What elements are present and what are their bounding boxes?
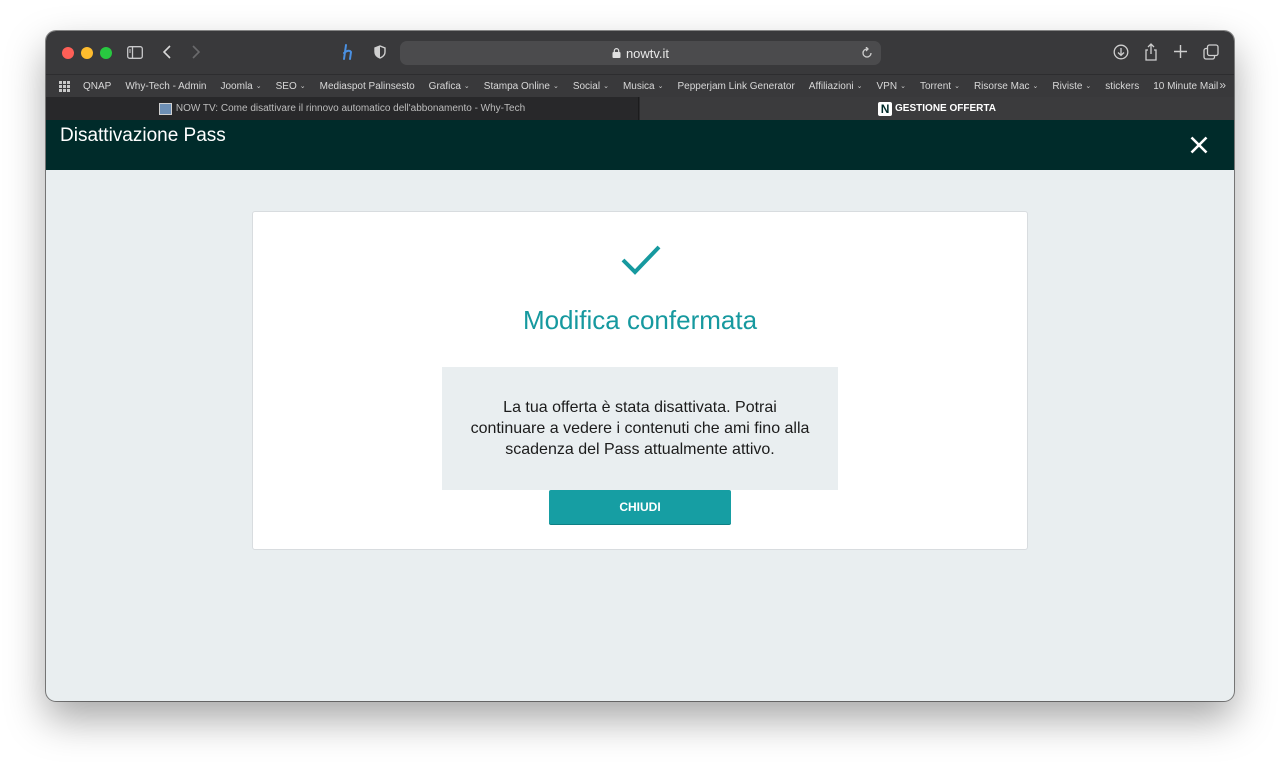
page-title: Disattivazione Pass — [60, 125, 226, 146]
bookmark-label: Stampa Online — [483, 80, 550, 92]
minimize-window-button[interactable] — [81, 47, 93, 59]
chevron-down-icon: ⌄ — [657, 83, 664, 90]
bookmarks-bar: QNAP Why-Tech - Admin Joomla ⌄ SEO ⌄ Mediaspot… — [46, 74, 1234, 97]
bookmark-label: Social — [572, 80, 601, 92]
close-window-button[interactable] — [62, 47, 74, 59]
bookmark-label: Why-Tech - Admin — [125, 80, 207, 92]
bookmark-item[interactable]: Why-Tech - Admin — [125, 81, 206, 92]
back-icon[interactable] — [160, 44, 174, 60]
why-tech-favicon-icon — [158, 102, 172, 115]
browser-toolbar: nowtv.it — [46, 31, 1234, 74]
address-bar[interactable]: nowtv.it — [400, 41, 881, 65]
tab-why-tech[interactable]: NOW TV: Come disattivare il rinnovo auto… — [46, 97, 639, 120]
chevron-down-icon: ⌄ — [1032, 83, 1039, 90]
forward-icon[interactable] — [189, 44, 203, 60]
bookmarks-list: QNAP Why-Tech - Admin Joomla ⌄ SEO ⌄ Mediaspot… — [83, 81, 1232, 92]
apps-grid-icon[interactable] — [59, 80, 70, 92]
chevron-down-icon: ⌄ — [463, 83, 470, 90]
chevron-down-icon: ⌄ — [255, 83, 262, 90]
bookmark-label: SEO — [275, 80, 297, 92]
tab-gestione-offerta[interactable]: N GESTIONE OFFERTA — [640, 97, 1234, 120]
nowtv-favicon-icon: N — [878, 101, 893, 116]
bookmark-item[interactable]: stickers — [1105, 81, 1139, 92]
bookmark-label: Mediaspot Palinsesto — [319, 80, 415, 92]
reload-icon[interactable] — [859, 45, 875, 61]
address-text: nowtv.it — [625, 45, 670, 61]
confirmation-message-box: La tua offerta è stata disattivata. Potr… — [442, 367, 838, 490]
bookmark-label: 10 Minute Mail — [1153, 80, 1219, 92]
bookmark-label: stickers — [1105, 80, 1140, 92]
bookmark-label: Joomla — [220, 80, 253, 92]
bookmark-item[interactable]: Stampa Online ⌄ — [484, 81, 559, 92]
tab-title: GESTIONE OFFERTA — [895, 103, 996, 114]
chevron-down-icon: ⌄ — [954, 83, 960, 90]
bookmark-item[interactable]: Grafica ⌄ — [429, 81, 470, 92]
sidebar-toggle-icon[interactable] — [126, 44, 144, 60]
chevron-down-icon: ⌄ — [856, 83, 863, 90]
tab-bar: NOW TV: Come disattivare il rinnovo auto… — [46, 97, 1234, 120]
bookmark-label: Risorse Mac — [973, 80, 1030, 92]
downloads-icon[interactable] — [1112, 43, 1130, 61]
bookmark-label: Musica — [622, 80, 655, 92]
bookmark-label: QNAP — [83, 80, 112, 92]
bookmark-item[interactable]: 10 Minute Mail — [1153, 81, 1218, 92]
bookmark-label: VPN — [876, 80, 898, 92]
honey-extension-icon[interactable] — [340, 43, 358, 61]
page-header: Disattivazione Pass — [46, 120, 1234, 170]
checkmark-icon — [621, 245, 661, 275]
confirmation-message: La tua offerta è stata disattivata. Potr… — [470, 399, 810, 458]
bookmark-item[interactable]: Joomla ⌄ — [220, 81, 261, 92]
bookmark-item[interactable]: Mediaspot Palinsesto — [320, 81, 415, 92]
bookmark-item[interactable]: QNAP — [83, 81, 111, 92]
bookmark-label: Torrent — [919, 80, 952, 92]
share-icon[interactable] — [1142, 42, 1160, 61]
bookmark-label: Grafica — [428, 80, 461, 92]
bookmark-item[interactable]: Social ⌄ — [573, 81, 609, 92]
bookmark-item[interactable]: Riviste ⌄ — [1052, 81, 1091, 92]
bookmark-item[interactable]: Pepperjam Link Generator — [678, 81, 795, 92]
zoom-window-button[interactable] — [100, 47, 112, 59]
bookmark-label: Affiliazioni — [808, 80, 854, 92]
bookmark-item[interactable]: Musica ⌄ — [623, 81, 664, 92]
chevron-down-icon: ⌄ — [900, 83, 906, 90]
lock-icon — [612, 48, 621, 58]
tab-title: NOW TV: Come disattivare il rinnovo auto… — [175, 103, 526, 114]
chevron-down-icon: ⌄ — [603, 83, 609, 90]
bookmark-item[interactable]: Torrent ⌄ — [920, 81, 960, 92]
confirmation-card: Modifica confermata La tua offerta è sta… — [252, 211, 1028, 550]
tab-overview-icon[interactable] — [1202, 43, 1220, 61]
new-tab-icon[interactable] — [1172, 43, 1188, 59]
close-button[interactable]: CHIUDI — [549, 490, 731, 524]
bookmark-label: Riviste — [1052, 80, 1083, 92]
bookmark-item[interactable]: VPN ⌄ — [877, 81, 906, 92]
confirmation-title: Modifica confermata — [522, 305, 758, 335]
privacy-shield-icon[interactable] — [372, 43, 388, 61]
bookmark-item[interactable]: Risorse Mac ⌄ — [974, 81, 1038, 92]
browser-window: nowtv.it QNAP Why-Tech - Admin Joomla ⌄ SEO ⌄… — [46, 31, 1234, 701]
more-bookmarks-icon[interactable]: » — [1219, 78, 1226, 92]
bookmark-item[interactable]: Affiliazioni ⌄ — [809, 81, 863, 92]
bookmark-item[interactable]: SEO ⌄ — [276, 81, 306, 92]
chevron-down-icon: ⌄ — [1085, 83, 1092, 90]
chevron-down-icon: ⌄ — [552, 83, 559, 90]
close-icon[interactable] — [1188, 134, 1210, 156]
bookmark-label: Pepperjam Link Generator — [677, 80, 795, 92]
chevron-down-icon: ⌄ — [299, 83, 306, 90]
